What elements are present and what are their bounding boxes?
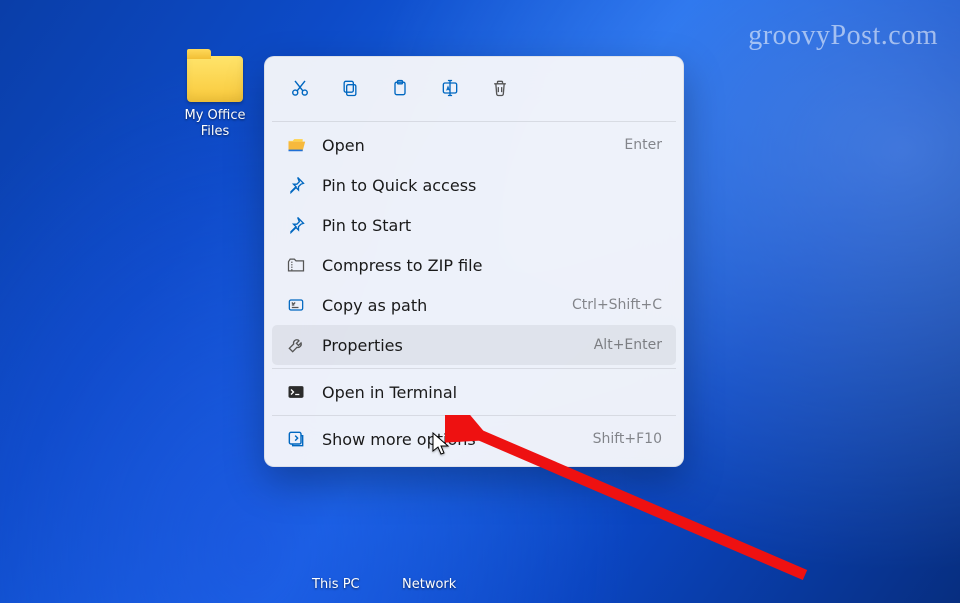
menu-item-pin-quick[interactable]: Pin to Quick access [272,165,676,205]
menu-item-copy-path[interactable]: Copy as path Ctrl+Shift+C [272,285,676,325]
menu-item-terminal[interactable]: Open in Terminal [272,372,676,412]
context-menu: Open Enter Pin to Quick access Pin to St… [264,56,684,467]
menu-item-properties[interactable]: Properties Alt+Enter [272,325,676,365]
menu-item-label: Properties [322,336,578,355]
paste-button[interactable] [378,68,422,108]
menu-item-accel: Enter [624,137,662,153]
desktop-icon-thispc[interactable]: This PC [312,577,360,592]
menu-item-label: Compress to ZIP file [322,256,662,275]
menu-item-label: Pin to Quick access [322,176,662,195]
menu-separator [272,368,676,369]
open-icon [286,135,306,155]
cut-button[interactable] [278,68,322,108]
context-menu-toolbar [272,64,676,118]
menu-item-zip[interactable]: Compress to ZIP file [272,245,676,285]
menu-item-accel: Alt+Enter [594,337,662,353]
menu-item-accel: Shift+F10 [593,431,662,447]
desktop-folder[interactable]: My Office Files [170,56,260,141]
menu-separator [272,415,676,416]
rename-button[interactable] [428,68,472,108]
menu-item-accel: Ctrl+Shift+C [572,297,662,313]
watermark-text: groovyPost.com [748,20,938,52]
menu-item-pin-start[interactable]: Pin to Start [272,205,676,245]
delete-button[interactable] [478,68,522,108]
menu-item-open[interactable]: Open Enter [272,125,676,165]
menu-separator [272,121,676,122]
mouse-cursor [432,432,452,462]
more-options-icon [286,429,306,449]
pin-icon [286,175,306,195]
desktop-icon-network[interactable]: Network [402,577,456,592]
folder-icon [187,56,243,102]
copy-path-icon [286,295,306,315]
menu-item-label: Copy as path [322,296,556,315]
desktop-folder-label: My Office Files [170,108,260,141]
copy-button[interactable] [328,68,372,108]
menu-item-label: Open in Terminal [322,383,662,402]
menu-item-label: Open [322,136,608,155]
pin-icon [286,215,306,235]
menu-item-more-options[interactable]: Show more options Shift+F10 [272,419,676,459]
menu-item-label: Pin to Start [322,216,662,235]
zip-icon [286,255,306,275]
terminal-icon [286,382,306,402]
wrench-icon [286,335,306,355]
